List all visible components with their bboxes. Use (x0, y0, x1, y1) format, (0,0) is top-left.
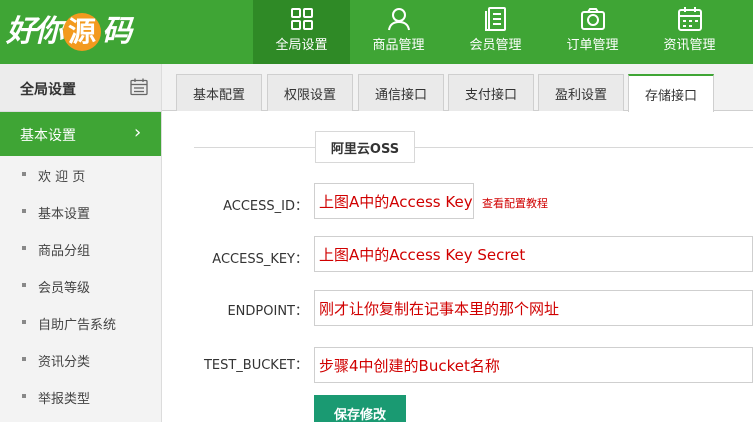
save-button[interactable]: 保存修改 (314, 395, 406, 422)
list-icon (484, 7, 506, 31)
sidebar-item-label: 基本设置 (38, 207, 91, 222)
endpoint-label: ENDPOINT： (227, 304, 308, 319)
bullet-icon (22, 394, 26, 398)
sidebar-item-label: 自助广告系统 (38, 318, 117, 333)
sidebar-item-welcome[interactable]: 欢 迎 页 (0, 156, 161, 193)
grid-icon (290, 8, 313, 30)
sidebar-item-label: 商品分组 (38, 244, 91, 259)
endpoint-field[interactable]: 刚才让你复制在记事本里的那个网址 (314, 290, 753, 326)
nav-label: 订单管理 (566, 38, 619, 53)
bullet-icon (22, 357, 26, 361)
bullet-icon (22, 209, 26, 213)
nav-label: 资讯管理 (663, 38, 716, 53)
config-tutorial-link[interactable]: 查看配置教程 (482, 195, 548, 211)
access-id-field[interactable]: 上图A中的Access Key ID (314, 183, 474, 219)
bullet-icon (22, 246, 26, 250)
sidebar: 全局设置 基本设置 › 欢 迎 页 基本设置 商品分组 会员等级 自助广告系统 … (0, 64, 162, 422)
sidebar-item-label: 资讯分类 (38, 355, 91, 370)
bullet-icon (22, 283, 26, 287)
sidebar-item-label: 基本设置 (20, 128, 76, 144)
camera-icon (580, 8, 605, 30)
top-bar: 好 你 源 码 全局设置 商品管理 会员管理 订单管理 资讯管理 (0, 0, 753, 64)
nav-label: 商品管理 (372, 38, 425, 53)
logo-char-3: 源 (63, 13, 101, 51)
sidebar-item-basic-settings[interactable]: 基本设置 › (0, 112, 161, 156)
logo-char-4: 码 (102, 14, 132, 49)
test-bucket-label: TEST_BUCKET： (203, 358, 308, 373)
access-key-label: ACCESS_KEY： (212, 252, 308, 267)
logo[interactable]: 好 你 源 码 (6, 10, 132, 54)
sidebar-menu: 欢 迎 页 基本设置 商品分组 会员等级 自助广告系统 资讯分类 举报类型 (0, 156, 161, 415)
access-id-label: ACCESS_ID： (223, 199, 308, 214)
logo-char-1: 好 (6, 14, 36, 49)
main-nav: 全局设置 商品管理 会员管理 订单管理 资讯管理 (253, 0, 738, 64)
nav-orders[interactable]: 订单管理 (544, 0, 641, 64)
sidebar-item-ad-system[interactable]: 自助广告系统 (0, 304, 161, 341)
sidebar-header: 全局设置 (0, 64, 161, 112)
sidebar-item-label: 欢 迎 页 (38, 170, 86, 185)
sidebar-item-basic[interactable]: 基本设置 (0, 193, 161, 230)
test-bucket-field[interactable]: 步骤4中创建的Bucket名称 (314, 347, 753, 383)
nav-products[interactable]: 商品管理 (350, 0, 447, 64)
section-divider (194, 147, 753, 148)
calendar-icon (677, 7, 702, 31)
sidebar-item-label: 会员等级 (38, 281, 91, 296)
sidebar-title: 全局设置 (20, 82, 76, 98)
sidebar-item-news-categories[interactable]: 资讯分类 (0, 341, 161, 378)
sidebar-item-member-levels[interactable]: 会员等级 (0, 267, 161, 304)
user-icon (387, 8, 410, 31)
nav-news[interactable]: 资讯管理 (641, 0, 738, 64)
chevron-right-icon: › (134, 122, 142, 143)
nav-label: 会员管理 (469, 38, 522, 53)
logo-char-2: 你 (34, 14, 64, 49)
access-key-field[interactable]: 上图A中的Access Key Secret (314, 236, 753, 272)
storage-form: 阿里云OSS ACCESS_ID： 上图A中的Access Key ID 查看配… (172, 64, 753, 422)
bullet-icon (22, 172, 26, 176)
sidebar-item-report-types[interactable]: 举报类型 (0, 378, 161, 415)
section-title: 阿里云OSS (315, 131, 415, 163)
nav-global-settings[interactable]: 全局设置 (253, 0, 350, 64)
nav-label: 全局设置 (275, 38, 328, 53)
nav-members[interactable]: 会员管理 (447, 0, 544, 64)
bullet-icon (22, 320, 26, 324)
main-panel: 基本配置 权限设置 通信接口 支付接口 盈利设置 存储接口 阿里云OSS ACC… (162, 64, 753, 422)
sidebar-item-product-groups[interactable]: 商品分组 (0, 230, 161, 267)
calendar-icon[interactable] (130, 78, 148, 96)
sidebar-item-label: 举报类型 (38, 392, 91, 407)
